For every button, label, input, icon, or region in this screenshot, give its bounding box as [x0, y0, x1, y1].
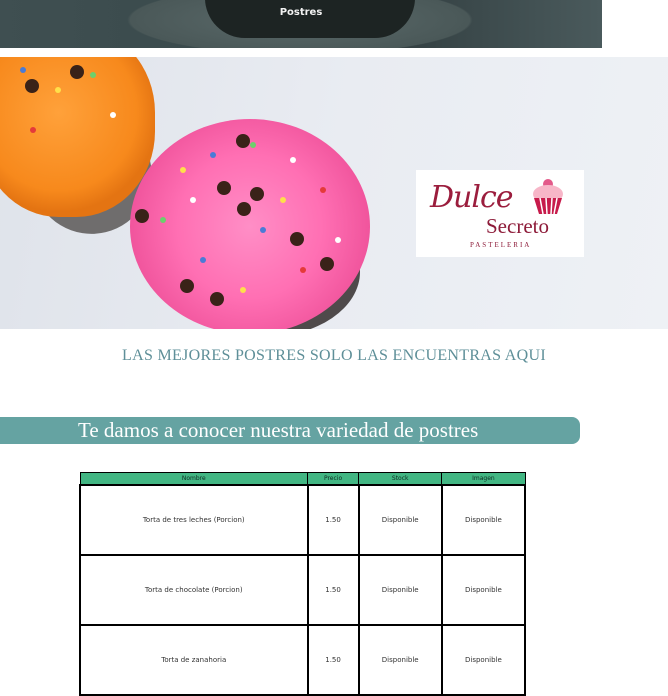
category-label[interactable]: Postres — [0, 7, 602, 18]
cell-precio: 1.50 — [306, 554, 360, 626]
cell-precio: 1.50 — [306, 484, 360, 556]
cell-nombre: Torta de zanahoria — [79, 624, 309, 696]
cell-precio: 1.50 — [306, 624, 360, 696]
column-header-stock: Stock — [358, 472, 443, 486]
brand-logo: Dulce Secreto PASTELERIA — [416, 170, 584, 257]
desserts-table: Nombre Precio Stock Imagen Torta de tres… — [79, 472, 527, 696]
page-tagline: LAS MEJORES POSTRES SOLO LAS ENCUENTRAS … — [122, 347, 546, 364]
top-banner-image: Postres — [0, 0, 602, 48]
table-row: Torta de zanahoria 1.50 Disponible Dispo… — [79, 624, 527, 696]
cupcake-logo-icon — [533, 179, 563, 215]
column-header-precio: Precio — [306, 472, 360, 486]
cell-stock: Disponible — [357, 484, 443, 556]
cell-stock: Disponible — [357, 624, 443, 696]
section-title: Te damos a conocer nuestra variedad de p… — [78, 418, 479, 442]
cell-imagen: Disponible — [440, 624, 527, 696]
column-header-imagen: Imagen — [441, 472, 526, 486]
cell-nombre: Torta de tres leches (Porcion) — [79, 484, 309, 556]
table-row: Torta de tres leches (Porcion) 1.50 Disp… — [79, 484, 527, 556]
hero-banner: Dulce Secreto PASTELERIA — [0, 57, 668, 329]
cell-stock: Disponible — [357, 554, 443, 626]
chocolate-cake-shape — [205, 0, 415, 38]
logo-text-secreto: Secreto — [486, 214, 549, 238]
pink-cupcake-frosting — [130, 119, 370, 329]
cell-imagen: Disponible — [440, 484, 527, 556]
section-title-bar: Te damos a conocer nuestra variedad de p… — [0, 417, 580, 444]
logo-text-pasteleria: PASTELERIA — [470, 241, 532, 249]
logo-text-dulce: Dulce — [430, 180, 514, 215]
table-header-row: Nombre Precio Stock Imagen — [79, 472, 526, 486]
column-header-nombre: Nombre — [79, 472, 308, 486]
table-row: Torta de chocolate (Porcion) 1.50 Dispon… — [79, 554, 527, 626]
cell-nombre: Torta de chocolate (Porcion) — [79, 554, 309, 626]
cell-imagen: Disponible — [440, 554, 527, 626]
